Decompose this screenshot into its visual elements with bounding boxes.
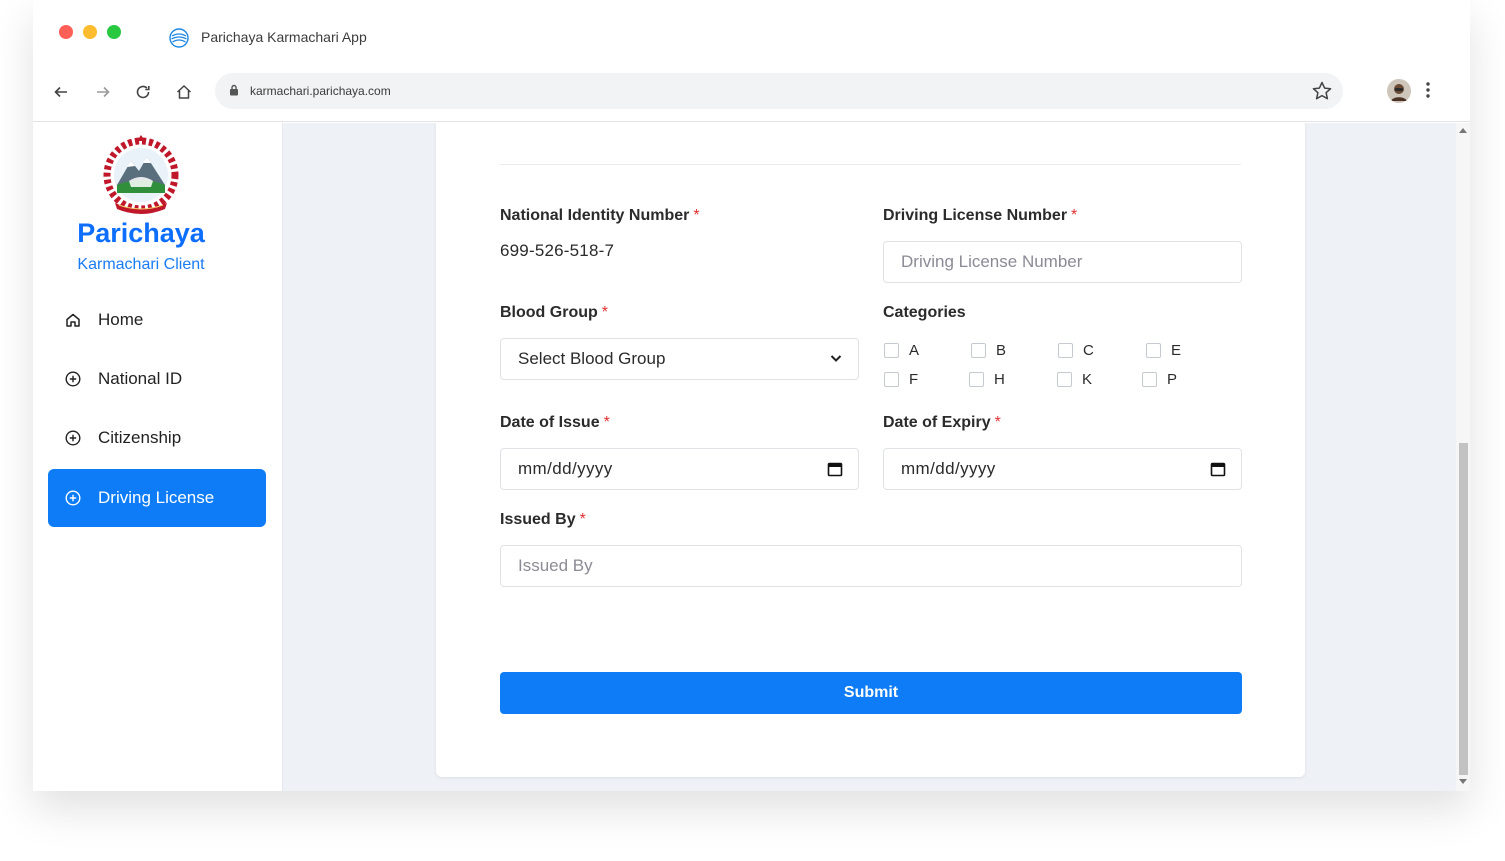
scroll-down-arrow-icon[interactable]: [1459, 779, 1467, 785]
maximize-window-button[interactable]: [107, 25, 121, 39]
sidebar-item-national-id[interactable]: National ID: [48, 350, 266, 408]
home-icon: [64, 311, 82, 329]
calendar-icon[interactable]: [827, 461, 843, 477]
close-window-button[interactable]: [59, 25, 73, 39]
browser-toolbar: karmachari.parichaya.com: [33, 70, 1470, 122]
plus-circle-icon: [64, 429, 82, 447]
category-checkbox-k[interactable]: K: [1057, 371, 1092, 388]
reload-icon[interactable]: [131, 80, 155, 104]
dl-number-label: Driving License Number *: [883, 207, 1078, 224]
nin-label: National Identity Number *: [500, 207, 700, 224]
minimize-window-button[interactable]: [83, 25, 97, 39]
issued-by-placeholder: Issued By: [518, 556, 593, 575]
browser-menu-icon[interactable]: [1425, 80, 1431, 105]
sidebar-item-driving-license[interactable]: Driving License: [48, 469, 266, 527]
category-checkbox-b[interactable]: B: [971, 342, 1006, 359]
date-of-issue-input[interactable]: mm/dd/yyyy: [500, 448, 859, 490]
dl-number-placeholder: Driving License Number: [901, 252, 1083, 271]
sidebar-item-label: Citizenship: [98, 428, 182, 447]
sidebar-item-label: Home: [98, 310, 144, 329]
sidebar-item-citizenship[interactable]: Citizenship: [48, 409, 266, 467]
page-scrollbar[interactable]: [1456, 123, 1470, 791]
back-arrow-icon[interactable]: [49, 80, 73, 104]
submit-button[interactable]: Submit: [500, 672, 1242, 714]
sidebar: Parichaya Karmachari Client Home Nationa…: [33, 123, 283, 791]
address-bar[interactable]: karmachari.parichaya.com: [215, 73, 1343, 109]
date-of-issue-label: Date of Issue *: [500, 414, 610, 431]
title-bar: Parichaya Karmachari App: [33, 0, 1470, 70]
required-marker: *: [579, 511, 586, 528]
date-of-expiry-label: Date of Expiry *: [883, 414, 1001, 431]
issued-by-input[interactable]: Issued By: [500, 545, 1242, 587]
forward-arrow-icon[interactable]: [91, 80, 115, 104]
browser-window: Parichaya Karmachari App karmachari.pari…: [33, 0, 1470, 791]
required-marker: *: [603, 414, 610, 431]
nin-value: 699-526-518-7: [500, 241, 615, 260]
date-of-expiry-input[interactable]: mm/dd/yyyy: [883, 448, 1242, 490]
driving-license-form-card: National Identity Number * 699-526-518-7 …: [436, 123, 1305, 777]
bookmark-star-icon[interactable]: [1311, 80, 1333, 102]
issued-by-label: Issued By *: [500, 511, 586, 528]
plus-circle-icon: [64, 370, 82, 388]
home-browser-icon[interactable]: [172, 80, 196, 104]
scrollbar-thumb[interactable]: [1459, 443, 1468, 775]
required-marker: *: [601, 304, 608, 321]
page-content: Parichaya Karmachari Client Home Nationa…: [33, 123, 1470, 791]
divider: [500, 164, 1241, 165]
lock-icon: [230, 84, 238, 96]
scroll-up-arrow-icon[interactable]: [1459, 127, 1467, 133]
required-marker: *: [1071, 207, 1078, 224]
brand-name: Parichaya: [77, 218, 205, 248]
category-checkbox-a[interactable]: A: [884, 342, 919, 359]
category-checkbox-e[interactable]: E: [1146, 342, 1181, 359]
categories-label: Categories: [883, 304, 966, 321]
brand-subtitle: Karmachari Client: [77, 256, 205, 273]
category-checkbox-h[interactable]: H: [969, 371, 1005, 388]
sidebar-item-label: Driving License: [98, 488, 215, 507]
sidebar-item-label: National ID: [98, 369, 183, 388]
category-checkbox-p[interactable]: P: [1142, 371, 1177, 388]
category-checkbox-f[interactable]: F: [884, 371, 918, 388]
tab-title[interactable]: Parichaya Karmachari App: [201, 29, 367, 45]
required-marker: *: [693, 207, 700, 224]
nepal-emblem-logo: [103, 135, 179, 214]
plus-circle-icon: [64, 489, 82, 507]
blood-group-value: Select Blood Group: [518, 349, 666, 368]
favicon-icon: [169, 28, 189, 48]
blood-group-select[interactable]: Select Blood Group: [500, 338, 859, 380]
category-checkbox-c[interactable]: C: [1058, 342, 1094, 359]
sidebar-item-home[interactable]: Home: [48, 291, 266, 349]
chevron-down-icon: [830, 355, 842, 362]
dl-number-input[interactable]: Driving License Number: [883, 241, 1242, 283]
calendar-icon[interactable]: [1210, 461, 1226, 477]
profile-avatar[interactable]: [1387, 79, 1411, 103]
date-of-expiry-value: mm/dd/yyyy: [901, 459, 996, 478]
required-marker: *: [994, 414, 1001, 431]
blood-group-label: Blood Group *: [500, 304, 608, 321]
date-of-issue-value: mm/dd/yyyy: [518, 459, 613, 478]
url-text: karmachari.parichaya.com: [250, 84, 391, 98]
